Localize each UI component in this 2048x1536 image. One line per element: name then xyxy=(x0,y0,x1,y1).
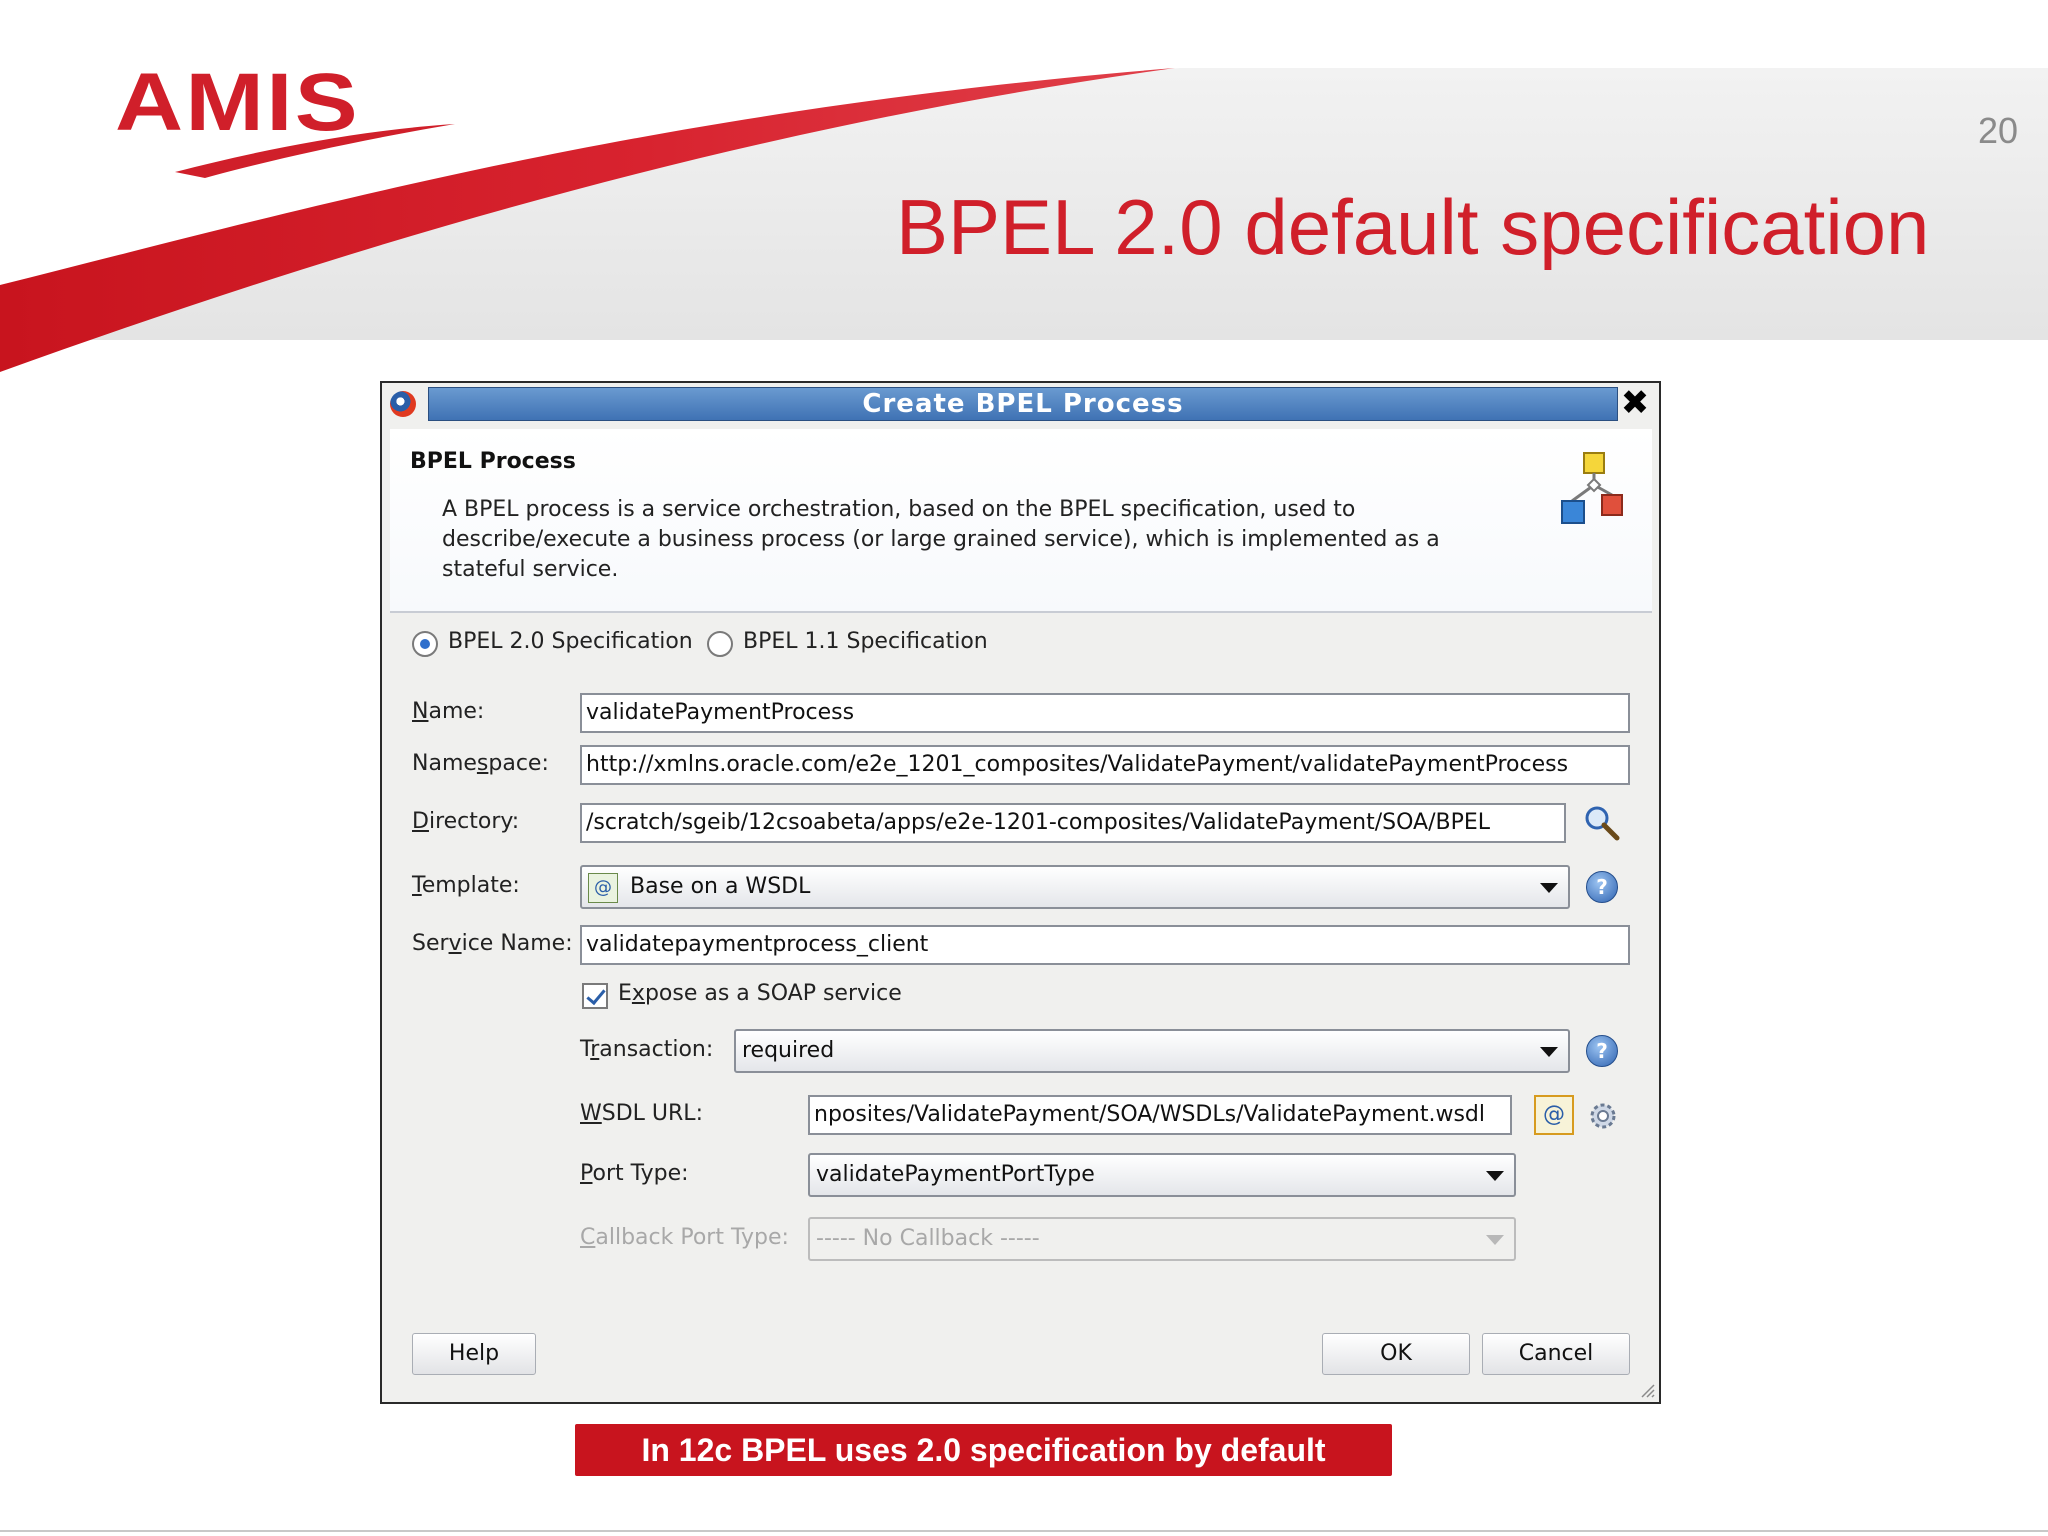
page-number: 20 xyxy=(1977,110,2018,151)
expose-soap-label[interactable]: Expose as a SOAP service xyxy=(618,981,902,1006)
resize-grip-icon[interactable] xyxy=(1639,1382,1655,1398)
cancel-button[interactable]: Cancel xyxy=(1482,1333,1630,1375)
template-label: Template: xyxy=(412,873,520,898)
template-value: Base on a WSDL xyxy=(630,874,811,899)
transaction-value: required xyxy=(742,1038,835,1063)
namespace-label: Namespace: xyxy=(412,751,549,776)
namespace-field[interactable]: http://xmlns.oracle.com/e2e_1201_composi… xyxy=(580,745,1630,785)
transaction-label: Transaction: xyxy=(580,1037,714,1062)
dialog-title: Create BPEL Process xyxy=(862,389,1184,419)
find-wsdl-icon[interactable]: @ xyxy=(1534,1095,1574,1135)
bpel11-label[interactable]: BPEL 1.1 Specification xyxy=(743,629,988,654)
gear-icon[interactable] xyxy=(1586,1099,1620,1133)
chevron-down-icon xyxy=(1540,883,1558,893)
amis-logo: AMIS xyxy=(115,57,360,148)
help-button[interactable]: Help xyxy=(412,1333,536,1375)
template-help-icon[interactable]: ? xyxy=(1586,871,1618,903)
description-panel: BPEL Process A BPEL process is a service… xyxy=(390,429,1652,613)
ok-button[interactable]: OK xyxy=(1322,1333,1470,1375)
callback-port-type-select: ----- No Callback ----- xyxy=(808,1217,1516,1261)
chevron-down-icon xyxy=(1540,1047,1558,1057)
expose-soap-checkbox[interactable] xyxy=(582,983,608,1009)
port-type-select[interactable]: validatePaymentPortType xyxy=(808,1153,1516,1197)
slide-title: BPEL 2.0 default specification xyxy=(896,183,1930,271)
name-label: Name: xyxy=(412,699,485,724)
app-icon xyxy=(390,391,416,417)
transaction-help-icon[interactable]: ? xyxy=(1586,1035,1618,1067)
wsdl-browse-icon: @ xyxy=(1543,1102,1565,1127)
callback-port-type-label: Callback Port Type: xyxy=(580,1225,789,1250)
callback-port-type-value: ----- No Callback ----- xyxy=(816,1226,1040,1251)
port-type-value: validatePaymentPortType xyxy=(816,1162,1095,1187)
close-icon[interactable]: ✖ xyxy=(1617,385,1653,421)
chevron-down-icon xyxy=(1486,1171,1504,1181)
description-heading: BPEL Process xyxy=(410,449,576,474)
description-text: A BPEL process is a service orchestratio… xyxy=(442,497,1440,582)
wsdl-url-label: WSDL URL: xyxy=(580,1101,703,1126)
slide-header: AMIS 20 BPEL 2.0 default specification xyxy=(0,0,2048,380)
service-name-field[interactable]: validatepaymentprocess_client xyxy=(580,925,1630,965)
bpel20-label[interactable]: BPEL 2.0 Specification xyxy=(448,629,693,654)
create-bpel-dialog: Create BPEL Process ✖ BPEL Process A BPE… xyxy=(380,381,1661,1404)
dialog-titlebar[interactable]: Create BPEL Process ✖ xyxy=(382,383,1659,425)
directory-label: Directory: xyxy=(412,809,520,834)
bpel11-radio[interactable] xyxy=(707,631,733,657)
bpel-process-icon xyxy=(1561,452,1623,524)
transaction-select[interactable]: required xyxy=(734,1029,1570,1073)
wsdl-template-icon: @ xyxy=(588,873,618,903)
wsdl-url-field[interactable]: nposites/ValidatePayment/SOA/WSDLs/Valid… xyxy=(808,1095,1512,1135)
chevron-down-icon xyxy=(1486,1235,1504,1245)
service-name-label: Service Name: xyxy=(412,931,573,956)
directory-field[interactable]: /scratch/sgeib/12csoabeta/apps/e2e-1201-… xyxy=(580,803,1566,843)
bottom-divider xyxy=(0,1530,2048,1532)
port-type-label: Port Type: xyxy=(580,1161,689,1186)
bpel20-radio[interactable] xyxy=(412,631,438,657)
callout-banner: In 12c BPEL uses 2.0 specification by de… xyxy=(575,1424,1392,1476)
search-icon[interactable] xyxy=(1582,803,1622,843)
template-select[interactable]: @ Base on a WSDL xyxy=(580,865,1570,909)
name-field[interactable]: validatePaymentProcess xyxy=(580,693,1630,733)
